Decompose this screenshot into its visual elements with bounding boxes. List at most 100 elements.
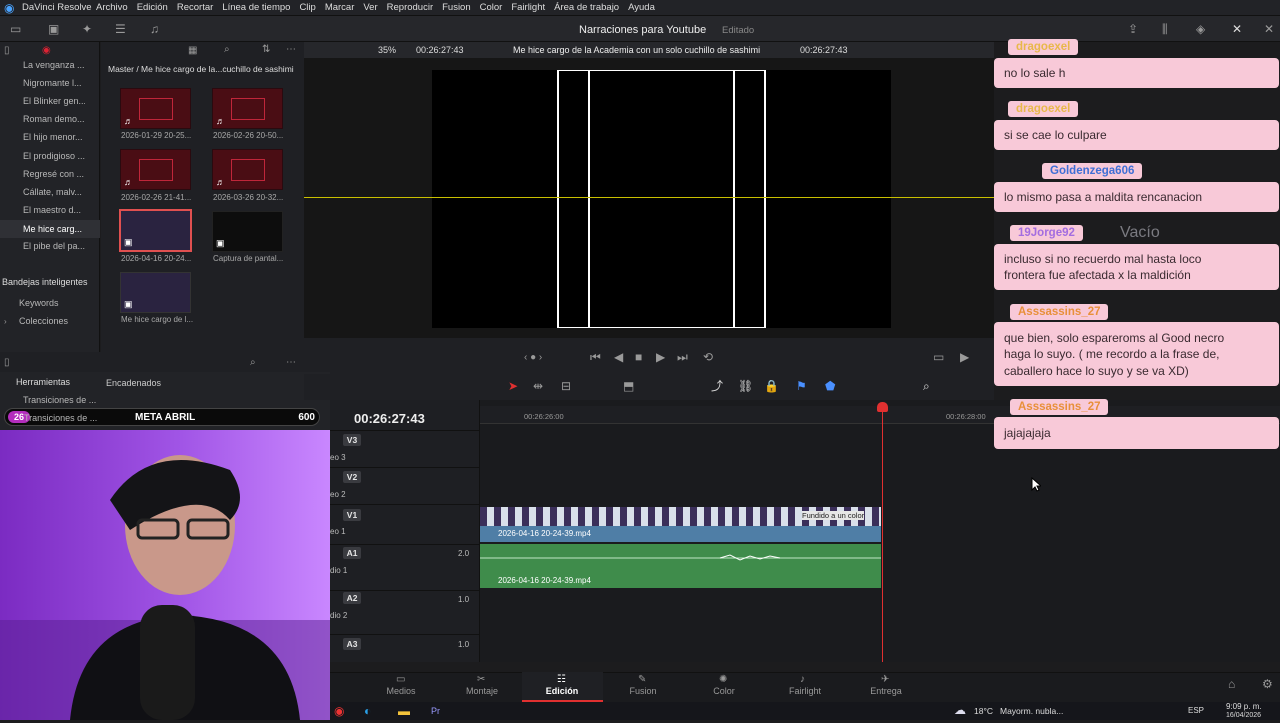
bin-item[interactable]: El hijo menor... [23, 132, 85, 142]
track-name[interactable]: A2 [343, 592, 361, 604]
effects-icon[interactable]: ✦ [82, 23, 92, 35]
clip-thumbnail-selected[interactable]: ▣ [119, 209, 192, 252]
clip-thumbnail[interactable]: ♬ [120, 88, 191, 129]
index-icon[interactable]: ☰ [115, 23, 126, 35]
loop-icon[interactable]: ⟲ [703, 351, 713, 363]
snap-icon[interactable]: ⤴ [711, 380, 723, 392]
menu-archivo[interactable]: Archivo [96, 2, 128, 13]
media-icon[interactable]: ▣ [48, 23, 59, 35]
play-icon[interactable]: ▶ [656, 351, 665, 363]
menu-ver[interactable]: Ver [363, 2, 377, 13]
bin-item[interactable]: El maestro d... [23, 205, 85, 215]
menu-marcar[interactable]: Marcar [325, 2, 355, 13]
search-icon[interactable]: ⌕ [224, 44, 230, 56]
track-name[interactable]: V1 [343, 509, 361, 521]
window-close-icon[interactable]: ✕ [1264, 23, 1274, 35]
clip-thumbnail[interactable]: ♬ [120, 149, 191, 190]
menu-fusion[interactable]: Fusion [442, 2, 471, 13]
tab-medios[interactable]: Medios [371, 686, 431, 696]
bin-item[interactable]: Nigromante l... [23, 78, 85, 88]
insert-icon[interactable]: ⬒ [623, 380, 634, 392]
audio-clip[interactable]: 2026-04-16 20-24-39.mp4 [480, 544, 881, 588]
fullscreen-icon[interactable]: ▭ [933, 351, 944, 363]
more-options-icon[interactable]: ⋯ [286, 44, 296, 56]
panel-toggle-icon[interactable]: ▯ [4, 357, 10, 369]
premiere-icon[interactable]: Pr [431, 705, 440, 717]
menu-fairlight[interactable]: Fairlight [511, 2, 545, 13]
tab-edicion[interactable]: Edición [532, 686, 592, 696]
effects-item[interactable]: Transiciones de ... [23, 395, 96, 405]
clip-thumbnail[interactable]: ♬ [212, 149, 283, 190]
video-clip-bar[interactable]: 2026-04-16 20-24-39.mp4 [480, 526, 881, 542]
clip-thumbnail[interactable]: ▣ [212, 211, 283, 252]
bin-item[interactable]: Roman demo... [23, 114, 85, 124]
menu-color[interactable]: Color [480, 2, 503, 13]
timeline-name[interactable]: Me hice cargo de la Academia con un solo… [513, 45, 760, 55]
clip-thumbnail[interactable]: ♬ [212, 88, 283, 129]
selection-arrow-icon[interactable]: ➤ [508, 380, 518, 392]
play-reverse-icon[interactable]: ◀ [614, 351, 623, 363]
edge-icon[interactable]: ◐ [364, 705, 371, 717]
link-icon[interactable]: ⛓ [738, 380, 753, 392]
cut-page-icon[interactable]: ✂ [477, 674, 485, 686]
tab-fusion[interactable]: Fusion [613, 686, 673, 696]
menu-recortar[interactable]: Recortar [177, 2, 213, 13]
smart-bin-colecciones[interactable]: Colecciones [19, 316, 68, 326]
sort-icon[interactable]: ⇅ [262, 44, 270, 56]
flag-icon[interactable]: ⚑ [796, 380, 807, 392]
export-icon[interactable]: ⇪ [1128, 23, 1138, 35]
folder-icon[interactable]: ▬ [398, 705, 410, 717]
skip-end-icon[interactable]: ⏭ [677, 351, 688, 363]
search-icon[interactable]: ⌕ [250, 357, 256, 369]
tab-fairlight[interactable]: Fairlight [775, 686, 835, 696]
next-clip-icon[interactable]: ▶ [960, 351, 969, 363]
trim-icon[interactable]: ⇹ [533, 380, 543, 392]
skip-start-icon[interactable]: ⏮ [590, 351, 601, 363]
mixer-icon[interactable]: ⫼ [1162, 23, 1168, 35]
effects-item[interactable]: Transiciones de ... [24, 413, 97, 423]
track-name[interactable]: V3 [343, 434, 361, 446]
bin-item[interactable]: Regresé con ... [23, 169, 85, 179]
bin-item[interactable]: El pibe del pa... [23, 241, 85, 251]
zoom-level[interactable]: 35% [378, 45, 396, 55]
menu-edicion[interactable]: Edición [137, 2, 168, 13]
zoom-icon[interactable]: ⌕ [923, 380, 930, 392]
inspector-icon[interactable]: ✕ [1232, 23, 1242, 35]
language[interactable]: ESP [1188, 706, 1204, 715]
deliver-page-icon[interactable]: ✈ [881, 674, 889, 686]
playhead-handle[interactable] [877, 402, 888, 412]
sound-library-icon[interactable]: ♫ [150, 23, 159, 35]
smart-bin-keywords[interactable]: Keywords [19, 298, 59, 308]
home-icon[interactable]: ⌂ [1228, 678, 1235, 690]
video-clip[interactable]: Fundido a un color [480, 507, 881, 526]
record-icon[interactable]: ◉ [42, 45, 51, 57]
bin-item-selected[interactable]: Me hice carg... [0, 220, 100, 238]
bin-item[interactable]: Cállate, malv... [23, 187, 85, 197]
clip-thumbnail[interactable]: ▣ [120, 272, 191, 313]
media-page-icon[interactable]: ▭ [396, 674, 405, 686]
track-name[interactable]: A1 [343, 547, 361, 559]
fusion-page-icon[interactable]: ✎ [638, 674, 646, 686]
track-name[interactable]: A3 [343, 638, 361, 650]
menu-linea-de-tiempo[interactable]: Línea de tiempo [222, 2, 290, 13]
media-pool-icon[interactable]: ▭ [10, 23, 21, 35]
more-options-icon[interactable]: ⋯ [286, 357, 296, 369]
marker-icon[interactable]: ⬟ [825, 380, 835, 392]
tab-entrega[interactable]: Entrega [856, 686, 916, 696]
tab-montaje[interactable]: Montaje [452, 686, 512, 696]
track-name[interactable]: V2 [343, 471, 361, 483]
effects-heading[interactable]: Herramientas [16, 377, 70, 387]
stop-icon[interactable]: ■ [635, 351, 642, 363]
bin-item[interactable]: El Blinker gen... [23, 96, 85, 106]
settings-icon[interactable]: ⚙ [1262, 678, 1273, 690]
color-page-icon[interactable]: ✺ [719, 674, 727, 686]
playhead[interactable] [882, 404, 883, 662]
metadata-icon[interactable]: ◈ [1196, 23, 1205, 35]
menu-reproducir[interactable]: Reproducir [387, 2, 433, 13]
menu-area-de-trabajo[interactable]: Área de trabajo [554, 2, 619, 13]
menu-ayuda[interactable]: Ayuda [628, 2, 655, 13]
blade-icon[interactable]: ⊟ [561, 380, 571, 392]
jog-icon[interactable]: ‹ ● › [524, 352, 542, 364]
clock-date[interactable]: 16/04/2026 [1226, 712, 1261, 719]
chevron-right-icon[interactable]: › [4, 316, 7, 328]
